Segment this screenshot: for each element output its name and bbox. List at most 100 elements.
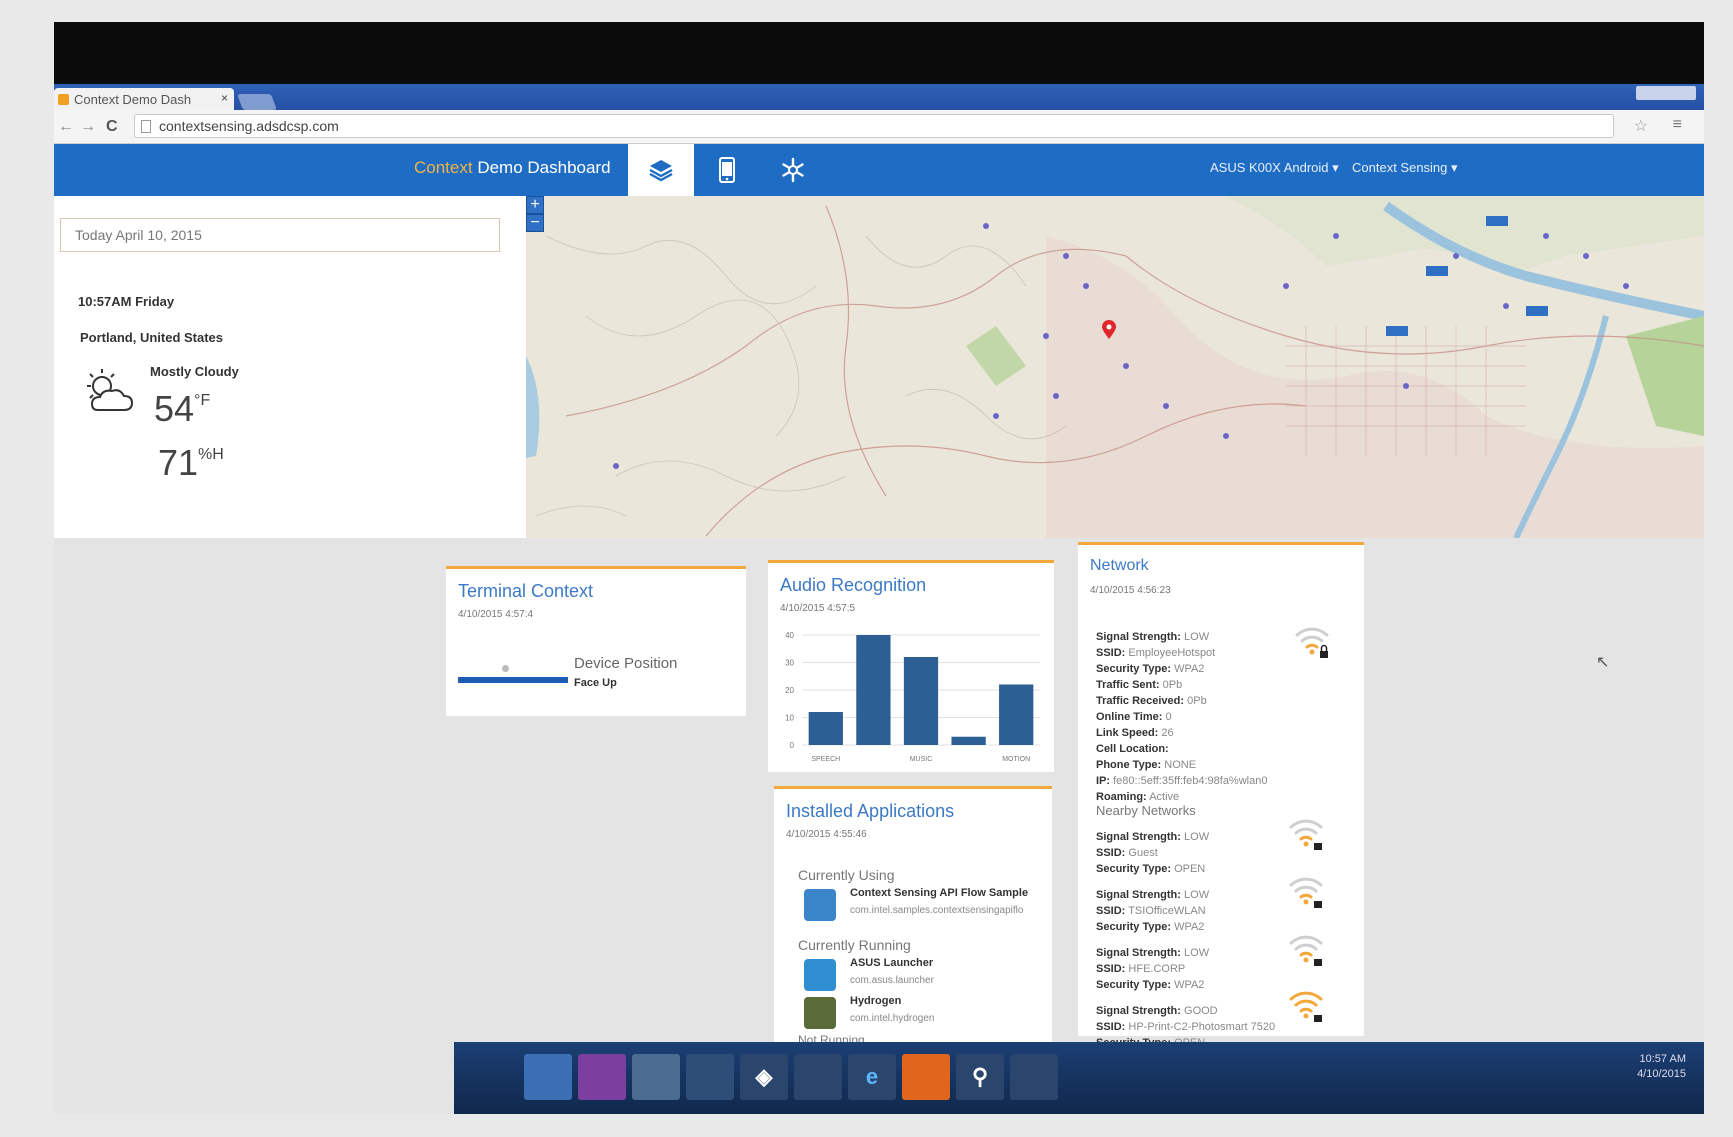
mouse-cursor-icon: ↖ <box>1596 654 1610 671</box>
browser-tab[interactable]: Context Demo Dash × <box>54 88 234 110</box>
detail-key: Link Speed: <box>1096 727 1159 739</box>
detail-value: 0Pb <box>1187 695 1207 707</box>
position-dot <box>502 665 509 672</box>
zoom-out-button[interactable]: − <box>526 214 544 232</box>
network-detail-row: Security Type: WPA2 <box>1096 661 1267 677</box>
y-tick-label: 40 <box>785 631 794 640</box>
detail-value: fe80::5eff:35ff:feb4:98fa%wlan0 <box>1113 775 1268 787</box>
bookmark-star-icon[interactable]: ☆ <box>1634 116 1648 136</box>
reload-icon[interactable]: C <box>106 118 118 136</box>
taskbar-app-button[interactable] <box>632 1054 680 1100</box>
clock-time: 10:57 AM <box>1639 1053 1686 1065</box>
url-input[interactable]: contextsensing.adsdcsp.com <box>134 114 1614 138</box>
phone-icon <box>719 157 735 183</box>
app-name: ASUS Launcher <box>850 957 934 969</box>
detail-value: LOW <box>1184 947 1210 959</box>
device-dropdown[interactable]: ASUS K00X Android ▾ <box>1210 160 1339 176</box>
page-icon <box>141 120 151 133</box>
network-detail-row: Signal Strength: LOW <box>1096 887 1275 903</box>
detail-value: WPA2 <box>1174 921 1205 933</box>
network-detail-row: Signal Strength: LOW <box>1096 629 1267 645</box>
detail-key: SSID: <box>1096 847 1126 859</box>
position-track <box>458 677 568 683</box>
taskbar-clock[interactable]: 10:57 AM 4/10/2015 <box>1637 1052 1686 1082</box>
close-icon[interactable]: × <box>221 91 228 105</box>
browser-menu-icon[interactable]: ≡ <box>1673 116 1682 134</box>
installed-apps-card: Installed Applications 4/10/2015 4:55:46… <box>774 786 1052 1047</box>
layers-icon <box>649 160 673 182</box>
mode-dropdown[interactable]: Context Sensing ▾ <box>1352 160 1458 176</box>
app-icon <box>804 997 836 1029</box>
window-controls[interactable] <box>1636 86 1696 100</box>
detail-value: EmployeeHotspot <box>1128 647 1216 659</box>
detail-value: GOOD <box>1184 1005 1218 1017</box>
detail-value: 26 <box>1161 727 1174 739</box>
audio-title: Audio Recognition <box>780 575 927 595</box>
unity-icon[interactable]: ◈ <box>740 1054 788 1100</box>
new-tab-button[interactable] <box>237 94 277 110</box>
app-row[interactable]: Context Sensing API Flow Sample com.inte… <box>804 887 1064 927</box>
device-position-label: Device Position <box>574 655 678 672</box>
network-detail-row: SSID: HP-Print-C2-Photosmart 7520 <box>1096 1019 1275 1035</box>
bar <box>951 736 986 745</box>
screen: Context Demo Dash × ← → C contextsensing… <box>54 84 1704 1114</box>
zoom-in-button[interactable]: + <box>526 196 544 214</box>
detail-key: Phone Type: <box>1096 759 1162 771</box>
detail-value: TSIOfficeWLAN <box>1128 905 1206 917</box>
app-row[interactable]: Hydrogen com.intel.hydrogen <box>804 995 1064 1035</box>
taskbar-app-button[interactable] <box>794 1054 842 1100</box>
wifi-secure-icon <box>1289 877 1323 908</box>
tool-icon[interactable]: ⚲ <box>956 1054 1004 1100</box>
layers-nav-button[interactable] <box>628 144 694 196</box>
bar <box>999 684 1034 745</box>
app-icon <box>804 889 836 921</box>
nearby-network[interactable]: Signal Strength: LOW SSID: TSIOfficeWLAN S… <box>1096 887 1275 935</box>
brand-rest: Demo Dashboard <box>472 158 611 177</box>
app-row[interactable]: ASUS Launcher com.asus.launcher <box>804 957 1064 997</box>
y-tick-label: 0 <box>790 741 795 750</box>
y-tick-label: 10 <box>785 714 794 723</box>
detail-key: Signal Strength: <box>1096 1005 1181 1017</box>
location-marker-icon[interactable] <box>1102 320 1116 340</box>
app-package: com.intel.samples.contextsensingapiflo <box>850 905 1024 916</box>
time-text: 10:57AM Friday <box>78 294 175 309</box>
detail-key: Signal Strength: <box>1096 831 1181 843</box>
network-title: Network <box>1090 557 1149 574</box>
internet-explorer-icon[interactable]: e <box>848 1054 896 1100</box>
device-nav-button[interactable] <box>694 144 760 196</box>
wifi-good-icon <box>1289 991 1323 1022</box>
address-bar: ← → C contextsensing.adsdcsp.com ☆ ≡ <box>54 110 1704 144</box>
apps-title: Installed Applications <box>786 801 955 821</box>
y-tick-label: 20 <box>785 686 794 695</box>
network-card: Network 4/10/2015 4:56:23 Signal Strengt… <box>1078 542 1364 1049</box>
forward-icon[interactable]: → <box>80 118 96 136</box>
detail-key: IP: <box>1096 775 1111 787</box>
nearby-network[interactable]: Signal Strength: LOW SSID: HFE.CORP Securi… <box>1096 945 1275 993</box>
nearby-networks-label: Nearby Networks <box>1096 803 1196 818</box>
detail-key: Signal Strength: <box>1096 889 1181 901</box>
taskbar-app-button[interactable] <box>686 1054 734 1100</box>
network-detail-row: Traffic Sent: 0Pb <box>1096 677 1267 693</box>
network-detail-row: Security Type: WPA2 <box>1096 919 1275 935</box>
y-tick-label: 30 <box>785 659 794 668</box>
back-icon[interactable]: ← <box>58 118 74 136</box>
detail-value: WPA2 <box>1174 663 1205 675</box>
favicon-icon <box>58 94 69 105</box>
info-panel: Today April 10, 2015 10:57AM Friday Port… <box>54 196 526 538</box>
nearby-network[interactable]: Signal Strength: LOW SSID: Guest Security … <box>1096 829 1275 877</box>
home-app-icon <box>804 959 836 991</box>
temp-value: 54 <box>154 388 195 429</box>
taskbar-app-button[interactable] <box>1010 1054 1058 1100</box>
taskbar-app-button[interactable] <box>902 1054 950 1100</box>
taskbar-app-button[interactable] <box>524 1054 572 1100</box>
audio-bar-chart: 0 10 20 30 40 SPEECH MUSIC MOTION <box>785 631 1040 763</box>
settings-nav-button[interactable] <box>760 144 826 196</box>
detail-key: Security Type: <box>1096 979 1171 991</box>
detail-key: Signal Strength: <box>1096 631 1181 643</box>
app-name: Context Sensing API Flow Sample <box>850 887 1029 899</box>
taskbar-app-button[interactable] <box>578 1054 626 1100</box>
date-field[interactable]: Today April 10, 2015 <box>60 218 500 252</box>
audio-timestamp: 4/10/2015 4:57:5 <box>780 603 856 614</box>
map-view[interactable]: + − <box>526 196 1704 538</box>
detail-key: Traffic Sent: <box>1096 679 1160 691</box>
